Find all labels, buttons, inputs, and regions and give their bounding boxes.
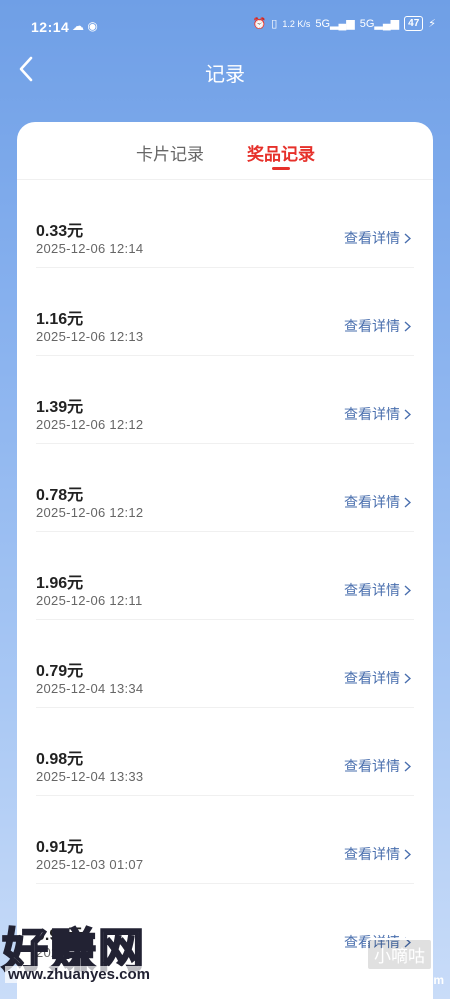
record-amount: 1.16元 — [36, 311, 84, 328]
record-amount: 0.33元 — [36, 223, 84, 240]
view-detail-link[interactable]: 查看详情 — [344, 580, 411, 600]
record-time: 2025-12-04 13:34 — [36, 681, 144, 696]
view-detail-link[interactable]: 查看详情 — [344, 492, 411, 512]
chevron-right-icon — [404, 232, 411, 244]
view-detail-link[interactable]: 查看详情 — [344, 756, 411, 776]
view-detail-label: 查看详情 — [344, 846, 400, 862]
charging-icon: ⚡ — [428, 18, 436, 30]
record-amount: 0.91元 — [36, 839, 84, 856]
chevron-right-icon — [404, 848, 411, 860]
chevron-right-icon — [404, 496, 411, 508]
record-amount: 0.78元 — [36, 487, 84, 504]
alarm-icon: ⏰ — [252, 18, 267, 30]
list-item[interactable]: 1.39元 2025-12-06 12:12 查看详情 — [17, 356, 433, 444]
record-amount: 1.39元 — [36, 399, 84, 416]
view-detail-label: 查看详情 — [344, 670, 400, 686]
active-tab-indicator — [272, 167, 290, 170]
tab-card-records[interactable]: 卡片记录 — [136, 140, 204, 165]
view-detail-link[interactable]: 查看详情 — [344, 844, 411, 864]
view-detail-label: 查看详情 — [344, 582, 400, 598]
view-detail-label: 查看详情 — [344, 758, 400, 774]
record-time: 2025-12-06 12:12 — [36, 417, 144, 432]
record-amount: 1.96元 — [36, 575, 84, 592]
record-time: 2025-12-03 01:07 — [36, 857, 144, 872]
records-list: 0.33元 2025-12-06 12:14 查看详情 1.16元 2025-1… — [17, 180, 433, 972]
record-time: 2025-12-06 12:12 — [36, 505, 144, 520]
nav-bar: 记录 — [0, 48, 450, 92]
signal-label-2: 5G — [359, 18, 375, 30]
watermark-badge-title: 小嘀咕 — [366, 938, 433, 971]
record-time: 2025-12-06 12:13 — [36, 329, 144, 344]
page-title: 记录 — [205, 64, 245, 86]
vibrate-icon: ▯ — [271, 18, 278, 30]
watermark-logo: 好赚网 www.zhuanyes.com — [0, 914, 200, 994]
signal-icon: 5G▂▄▆ — [315, 18, 355, 30]
chevron-right-icon — [404, 760, 411, 772]
list-item[interactable]: 0.91元 2025-12-03 01:07 查看详情 — [17, 796, 433, 884]
view-detail-link[interactable]: 查看详情 — [344, 316, 411, 336]
chevron-right-icon — [404, 584, 411, 596]
watermark-domain: xdgtt.com — [386, 973, 444, 987]
list-item[interactable]: 0.78元 2025-12-06 12:12 查看详情 — [17, 444, 433, 532]
record-time: 2025-12-06 12:11 — [36, 593, 143, 608]
signal-label-1: 5G — [315, 18, 331, 30]
record-amount: 0.79元 — [36, 663, 84, 680]
view-detail-label: 查看详情 — [344, 318, 400, 334]
list-item[interactable]: 0.33元 2025-12-06 12:14 查看详情 — [17, 180, 433, 268]
battery-icon: 47 — [404, 16, 424, 31]
tab-bar: 卡片记录 奖品记录 — [17, 122, 433, 180]
chevron-right-icon — [404, 672, 411, 684]
view-detail-link[interactable]: 查看详情 — [344, 404, 411, 424]
record-amount: 0.98元 — [36, 751, 84, 768]
view-detail-label: 查看详情 — [344, 230, 400, 246]
view-detail-label: 查看详情 — [344, 494, 400, 510]
watermark-url: www.zhuanyes.com — [5, 966, 153, 983]
list-item[interactable]: 0.79元 2025-12-04 13:34 查看详情 — [17, 620, 433, 708]
records-card: 卡片记录 奖品记录 0.33元 2025-12-06 12:14 查看详情 1.… — [17, 122, 433, 999]
net-speed: 1.2 K/s — [282, 18, 311, 29]
record-time: 2025-12-04 13:33 — [36, 769, 144, 784]
chevron-right-icon — [404, 408, 411, 420]
list-item[interactable]: 0.98元 2025-12-04 13:33 查看详情 — [17, 708, 433, 796]
view-detail-link[interactable]: 查看详情 — [344, 228, 411, 248]
tab-prize-records[interactable]: 奖品记录 — [247, 140, 315, 165]
watermark-badge: 小嘀咕 xdgtt.com — [366, 938, 444, 993]
record-time: 2025-12-06 12:14 — [36, 241, 144, 256]
signal-icon-2: 5G▂▄▆ — [359, 18, 400, 30]
status-time: 12:14 — [31, 19, 70, 35]
chevron-right-icon — [404, 320, 411, 332]
list-item[interactable]: 1.16元 2025-12-06 12:13 查看详情 — [17, 268, 433, 356]
view-detail-label: 查看详情 — [344, 406, 400, 422]
view-detail-link[interactable]: 查看详情 — [344, 668, 411, 688]
status-bar: 12:14 ☁ ◉ ⏰ ▯ 1.2 K/s 5G▂▄▆ 5G▂▄▆ 47 ⚡ — [0, 0, 450, 50]
list-item[interactable]: 1.96元 2025-12-06 12:11 查看详情 — [17, 532, 433, 620]
status-indicators: ⏰ ▯ 1.2 K/s 5G▂▄▆ 5G▂▄▆ 47 ⚡ — [253, 16, 436, 31]
notification-icons: ☁ ◉ — [72, 19, 98, 33]
